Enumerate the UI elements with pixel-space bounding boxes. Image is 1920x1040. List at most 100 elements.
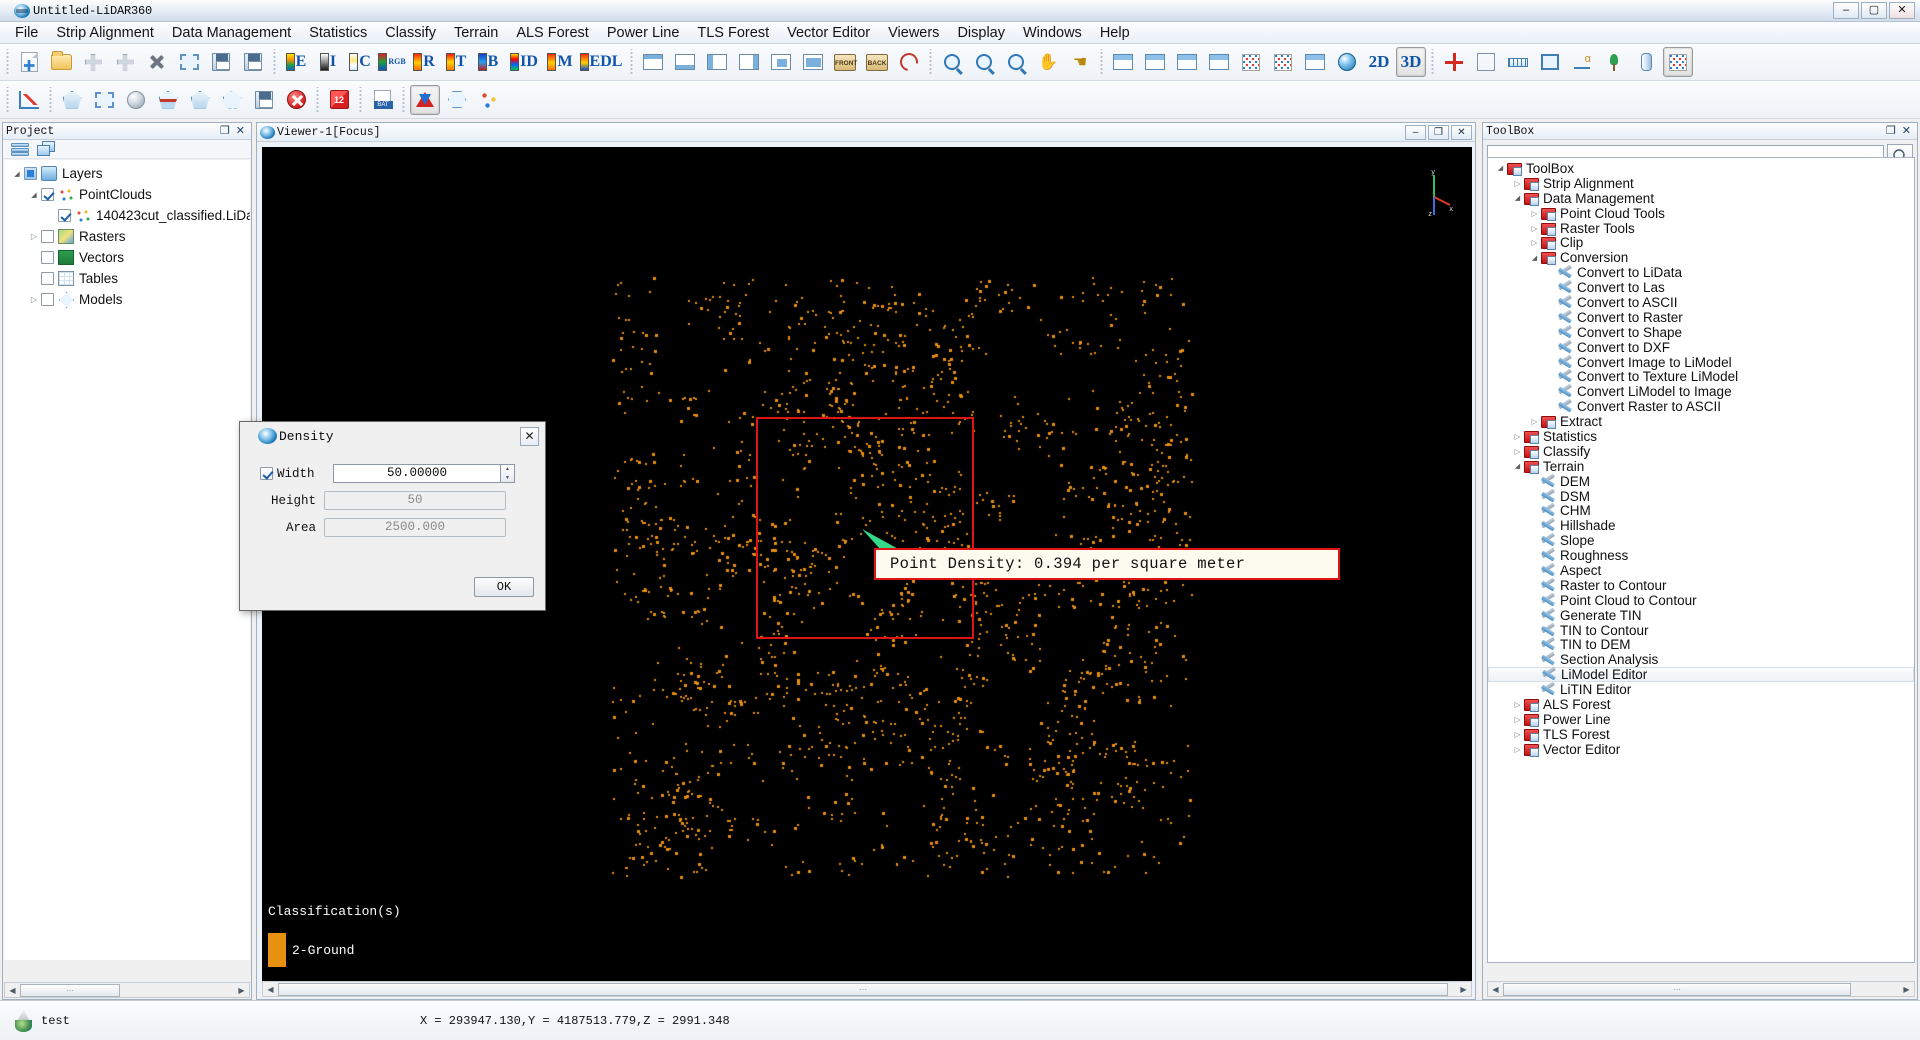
toolbox-item-strip-alignment[interactable]: Strip Alignment bbox=[1488, 176, 1914, 191]
toolbox-twisty-icon[interactable] bbox=[1511, 432, 1524, 441]
batch-cube-button[interactable]: 12 bbox=[324, 85, 354, 115]
toolbox-twisty-icon[interactable] bbox=[1494, 164, 1507, 172]
window-split-h-button[interactable] bbox=[1140, 47, 1170, 77]
toolbox-item-section-analysis[interactable]: Section Analysis bbox=[1488, 652, 1914, 667]
zoom-extent-button[interactable] bbox=[937, 47, 967, 77]
display-by-rgb-button[interactable]: RGB bbox=[377, 47, 407, 77]
project-scroll-right-arrow[interactable]: ▶ bbox=[234, 986, 249, 995]
menu-item-als-forest[interactable]: ALS Forest bbox=[507, 23, 598, 43]
new-project-button[interactable] bbox=[14, 47, 44, 77]
toolbox-tool-tree[interactable]: ToolBoxStrip AlignmentData ManagementPoi… bbox=[1487, 157, 1915, 963]
menu-item-strip-alignment[interactable]: Strip Alignment bbox=[47, 23, 163, 43]
toolbox-item-statistics[interactable]: Statistics bbox=[1488, 429, 1914, 444]
display-by-id-button[interactable]: ID bbox=[505, 47, 543, 77]
menu-item-help[interactable]: Help bbox=[1091, 23, 1139, 43]
rotate-view-button[interactable] bbox=[894, 47, 924, 77]
toolbox-item-data-management[interactable]: Data Management bbox=[1488, 191, 1914, 206]
toolbox-item-point-cloud-to-contour[interactable]: Point Cloud to Contour bbox=[1488, 593, 1914, 608]
toolbox-twisty-icon[interactable] bbox=[1511, 700, 1524, 709]
toolbox-item-conversion[interactable]: Conversion bbox=[1488, 250, 1914, 265]
project-scroll-thumb[interactable]: ⋯ bbox=[20, 983, 120, 997]
measure-volume-button[interactable] bbox=[1631, 47, 1661, 77]
project-close-icon[interactable]: ✕ bbox=[236, 125, 245, 137]
orbit-button[interactable]: ☚ bbox=[1065, 47, 1095, 77]
tree-twisty-icon[interactable] bbox=[27, 191, 41, 199]
copy-data-button[interactable] bbox=[174, 47, 204, 77]
toolbox-item-dsm[interactable]: DSM bbox=[1488, 489, 1914, 504]
clear-selection-button[interactable] bbox=[281, 85, 311, 115]
menu-item-statistics[interactable]: Statistics bbox=[300, 23, 376, 43]
zoom-in-button[interactable] bbox=[969, 47, 999, 77]
viewer-scroll-right-arrow[interactable]: ▶ bbox=[1456, 985, 1471, 994]
toolbox-twisty-icon[interactable] bbox=[1511, 447, 1524, 456]
toolbox-item-extract[interactable]: Extract bbox=[1488, 414, 1914, 429]
toolbox-item-point-cloud-tools[interactable]: Point Cloud Tools bbox=[1488, 206, 1914, 221]
measure-angle-button[interactable] bbox=[1567, 47, 1597, 77]
display-by-class-button[interactable]: C bbox=[345, 47, 375, 77]
select-rectangle-button[interactable] bbox=[89, 85, 119, 115]
display-by-intensity-button[interactable]: I bbox=[313, 47, 343, 77]
layer-visibility-checkbox[interactable] bbox=[58, 209, 71, 222]
toolbox-item-hillshade[interactable]: Hillshade bbox=[1488, 518, 1914, 533]
view-right-button[interactable] bbox=[734, 47, 764, 77]
add-data-button[interactable] bbox=[78, 47, 108, 77]
toolbox-item-slope[interactable]: Slope bbox=[1488, 533, 1914, 548]
view-2d-button[interactable]: 2D bbox=[1364, 47, 1394, 77]
toolbox-close-icon[interactable]: ✕ bbox=[1902, 125, 1911, 137]
window-split-v-button[interactable] bbox=[1172, 47, 1202, 77]
toolbox-item-convert-image-to-limodel[interactable]: Convert Image to LiModel bbox=[1488, 355, 1914, 370]
window-link-button[interactable] bbox=[1300, 47, 1330, 77]
minimize-button[interactable]: – bbox=[1833, 2, 1859, 19]
open-project-button[interactable] bbox=[46, 47, 76, 77]
width-input[interactable]: 50.00000 bbox=[333, 464, 501, 483]
batch-script-button[interactable] bbox=[367, 85, 397, 115]
toolbox-twisty-icon[interactable] bbox=[1528, 238, 1541, 247]
pick-point-button[interactable] bbox=[1439, 47, 1469, 77]
toolbox-twisty-icon[interactable] bbox=[1511, 730, 1524, 739]
toolbox-item-convert-to-ascii[interactable]: Convert to ASCII bbox=[1488, 295, 1914, 310]
layers-stack-icon[interactable] bbox=[11, 142, 29, 156]
select-clip-above-button[interactable] bbox=[153, 85, 183, 115]
menu-item-classify[interactable]: Classify bbox=[376, 23, 445, 43]
toolbox-scroll-right-arrow[interactable]: ▶ bbox=[1899, 985, 1914, 994]
toolbox-item-chm[interactable]: CHM bbox=[1488, 503, 1914, 518]
display-by-blend-button[interactable]: B bbox=[473, 47, 503, 77]
toolbox-item-tin-to-dem[interactable]: TIN to DEM bbox=[1488, 637, 1914, 652]
project-tree-item-pointclouds[interactable]: PointClouds bbox=[4, 184, 250, 205]
window-quad-button[interactable] bbox=[1204, 47, 1234, 77]
profile-table-button[interactable] bbox=[1471, 47, 1501, 77]
menu-item-windows[interactable]: Windows bbox=[1014, 23, 1091, 43]
width-checkbox[interactable] bbox=[260, 467, 273, 480]
layer-visibility-checkbox[interactable] bbox=[41, 272, 54, 285]
toolbox-hscrollbar[interactable]: ◀ ⋯ ▶ bbox=[1487, 981, 1915, 997]
layer-visibility-checkbox[interactable] bbox=[41, 293, 54, 306]
viewer-restore-button[interactable]: ❐ bbox=[1428, 124, 1449, 140]
tree-twisty-icon[interactable] bbox=[27, 295, 41, 304]
toolbox-item-power-line[interactable]: Power Line bbox=[1488, 712, 1914, 727]
menu-item-viewers[interactable]: Viewers bbox=[879, 23, 948, 43]
display-by-elevation-button[interactable]: E bbox=[281, 47, 311, 77]
select-polygon-button[interactable] bbox=[57, 85, 87, 115]
layer-visibility-checkbox[interactable] bbox=[41, 188, 54, 201]
menu-item-display[interactable]: Display bbox=[948, 23, 1014, 43]
select-invert-button[interactable] bbox=[217, 85, 247, 115]
remove-data-button[interactable] bbox=[142, 47, 172, 77]
layer-visibility-checkbox[interactable] bbox=[41, 251, 54, 264]
project-tree-item-rasters[interactable]: Rasters bbox=[4, 226, 250, 247]
project-tree-item-vectors[interactable]: Vectors bbox=[4, 247, 250, 268]
toolbox-undock-icon[interactable]: ❐ bbox=[1886, 125, 1896, 137]
point-density-button[interactable] bbox=[1663, 47, 1693, 77]
toolbox-scroll-left-arrow[interactable]: ◀ bbox=[1488, 985, 1503, 994]
toolbox-item-roughness[interactable]: Roughness bbox=[1488, 548, 1914, 563]
toolbox-item-convert-to-lidata[interactable]: Convert to LiData bbox=[1488, 265, 1914, 280]
project-undock-icon[interactable]: ❐ bbox=[220, 125, 230, 137]
copy-layers-icon[interactable] bbox=[37, 141, 56, 157]
window-sync-button[interactable] bbox=[1268, 47, 1298, 77]
save-selection-button[interactable] bbox=[249, 85, 279, 115]
globe-view-button[interactable] bbox=[1332, 47, 1362, 77]
toolbox-item-als-forest[interactable]: ALS Forest bbox=[1488, 697, 1914, 712]
viewer-scroll-left-arrow[interactable]: ◀ bbox=[263, 985, 278, 994]
toolbox-item-vector-editor[interactable]: Vector Editor bbox=[1488, 742, 1914, 757]
view-3d-button[interactable]: 3D bbox=[1396, 47, 1426, 77]
maximize-button[interactable]: ▢ bbox=[1861, 2, 1887, 19]
